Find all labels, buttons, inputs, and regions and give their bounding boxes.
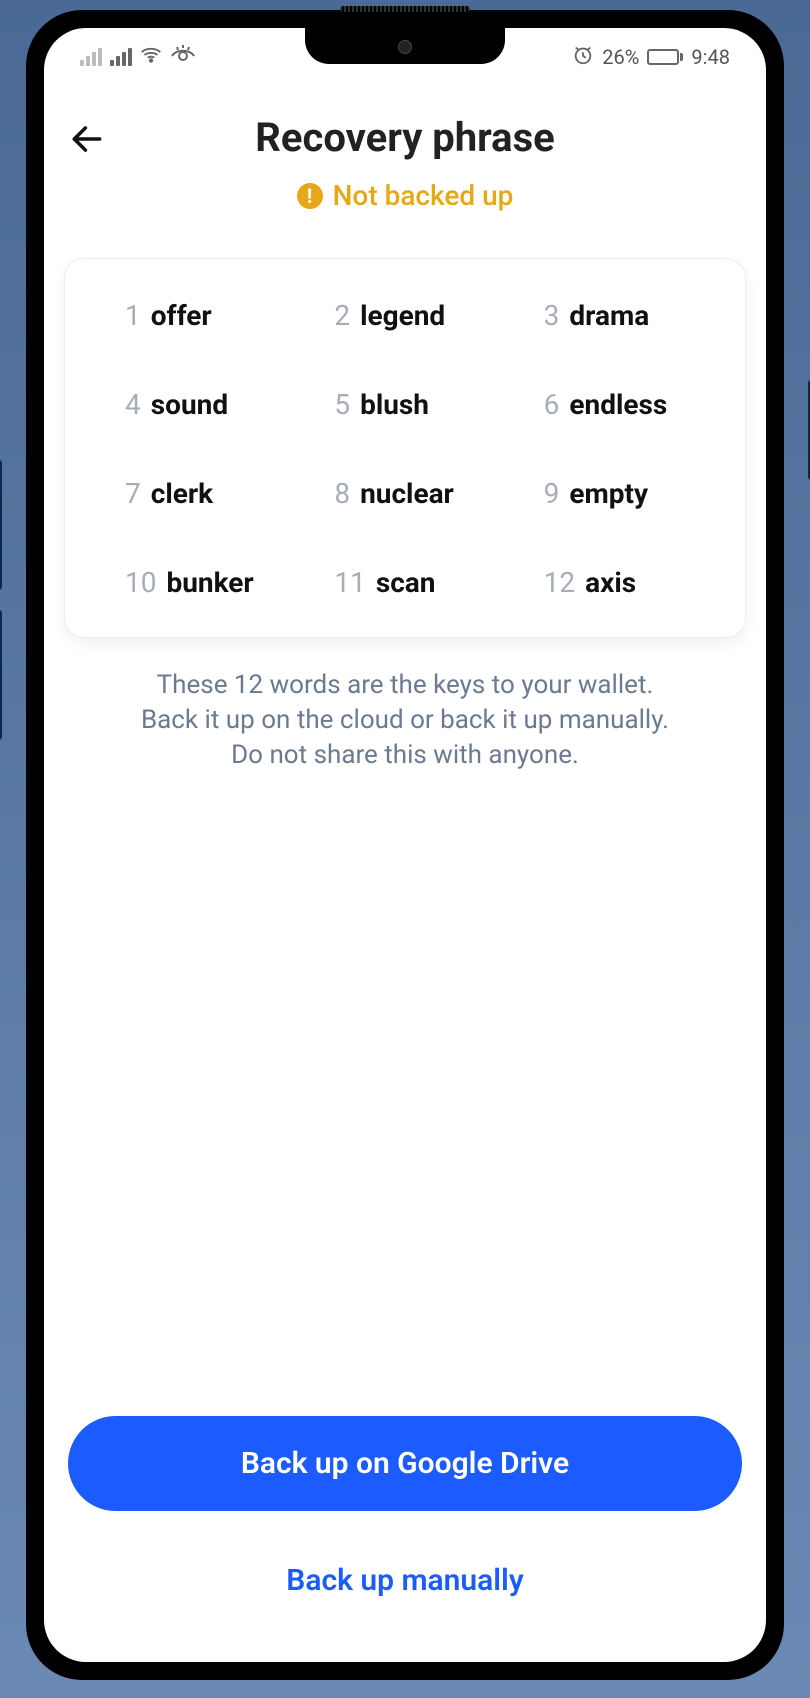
phrase-word: 11 scan bbox=[304, 566, 505, 599]
phrase-word: 12 axis bbox=[514, 566, 715, 599]
phrase-word-number: 11 bbox=[334, 566, 365, 599]
phrase-word: 10 bunker bbox=[95, 566, 296, 599]
phrase-word-text: blush bbox=[360, 388, 429, 421]
volume-down-button[interactable] bbox=[0, 610, 2, 740]
phrase-word: 9 empty bbox=[514, 477, 715, 510]
phrase-word-text: endless bbox=[569, 388, 667, 421]
phrase-word: 1 offer bbox=[95, 299, 296, 332]
phrase-word-text: nuclear bbox=[360, 477, 454, 510]
phrase-word: 5 blush bbox=[304, 388, 505, 421]
phrase-word-number: 5 bbox=[334, 388, 350, 421]
alarm-icon bbox=[572, 44, 594, 71]
screen: 26% 9:48 Recovery phrase ! No bbox=[44, 28, 766, 1662]
notch bbox=[305, 28, 505, 64]
phrase-word-number: 8 bbox=[334, 477, 350, 510]
status-time: 9:48 bbox=[691, 45, 730, 69]
phrase-word-text: drama bbox=[569, 299, 649, 332]
phrase-word-text: scan bbox=[376, 566, 436, 599]
app-header: Recovery phrase ! Not backed up bbox=[50, 74, 760, 222]
phone-speaker bbox=[340, 6, 470, 12]
recovery-phrase-card: 1 offer 2 legend 3 drama 4 sound 5 blush 6 endless 7… bbox=[64, 258, 746, 638]
phrase-word: 8 nuclear bbox=[304, 477, 505, 510]
page-title: Recovery phrase bbox=[70, 114, 740, 161]
backup-status-text: Not backed up bbox=[333, 179, 514, 212]
phrase-word-text: empty bbox=[569, 477, 648, 510]
phrase-word: 4 sound bbox=[95, 388, 296, 421]
phrase-word-number: 4 bbox=[125, 388, 141, 421]
info-text: These 12 words are the keys to your wall… bbox=[50, 668, 760, 773]
phrase-word: 3 drama bbox=[514, 299, 715, 332]
phone-frame: 26% 9:48 Recovery phrase ! No bbox=[26, 10, 784, 1680]
backup-status-badge: ! Not backed up bbox=[297, 179, 514, 212]
front-camera bbox=[398, 40, 412, 54]
phrase-word-number: 1 bbox=[125, 299, 141, 332]
phrase-word-number: 3 bbox=[544, 299, 560, 332]
info-line-1: These 12 words are the keys to your wall… bbox=[90, 668, 720, 703]
info-line-3: Do not share this with anyone. bbox=[90, 738, 720, 773]
eye-icon bbox=[170, 45, 196, 70]
battery-percent: 26% bbox=[602, 45, 639, 69]
volume-up-button[interactable] bbox=[0, 460, 2, 590]
phrase-word-number: 6 bbox=[544, 388, 560, 421]
wifi-icon bbox=[140, 44, 162, 71]
battery-icon bbox=[647, 49, 683, 65]
phrase-word-text: bunker bbox=[166, 566, 253, 599]
phrase-word-number: 7 bbox=[125, 477, 141, 510]
phrase-word: 6 endless bbox=[514, 388, 715, 421]
phrase-word-text: clerk bbox=[151, 477, 213, 510]
phrase-word-number: 10 bbox=[125, 566, 156, 599]
back-button[interactable] bbox=[68, 120, 106, 162]
phrase-word-number: 2 bbox=[334, 299, 350, 332]
phrase-word-number: 9 bbox=[544, 477, 560, 510]
phrase-word-text: axis bbox=[585, 566, 636, 599]
phrase-word-text: sound bbox=[151, 388, 228, 421]
backup-google-drive-button[interactable]: Back up on Google Drive bbox=[68, 1416, 742, 1511]
signal-2-icon bbox=[110, 48, 132, 66]
signal-1-icon bbox=[80, 48, 102, 66]
phrase-word: 2 legend bbox=[304, 299, 505, 332]
phrase-word-text: offer bbox=[151, 299, 212, 332]
backup-manually-button[interactable]: Back up manually bbox=[50, 1563, 760, 1662]
phrase-word: 7 clerk bbox=[95, 477, 296, 510]
info-line-2: Back it up on the cloud or back it up ma… bbox=[90, 703, 720, 738]
phrase-word-text: legend bbox=[360, 299, 445, 332]
warning-icon: ! bbox=[297, 183, 323, 209]
phrase-word-number: 12 bbox=[544, 566, 575, 599]
